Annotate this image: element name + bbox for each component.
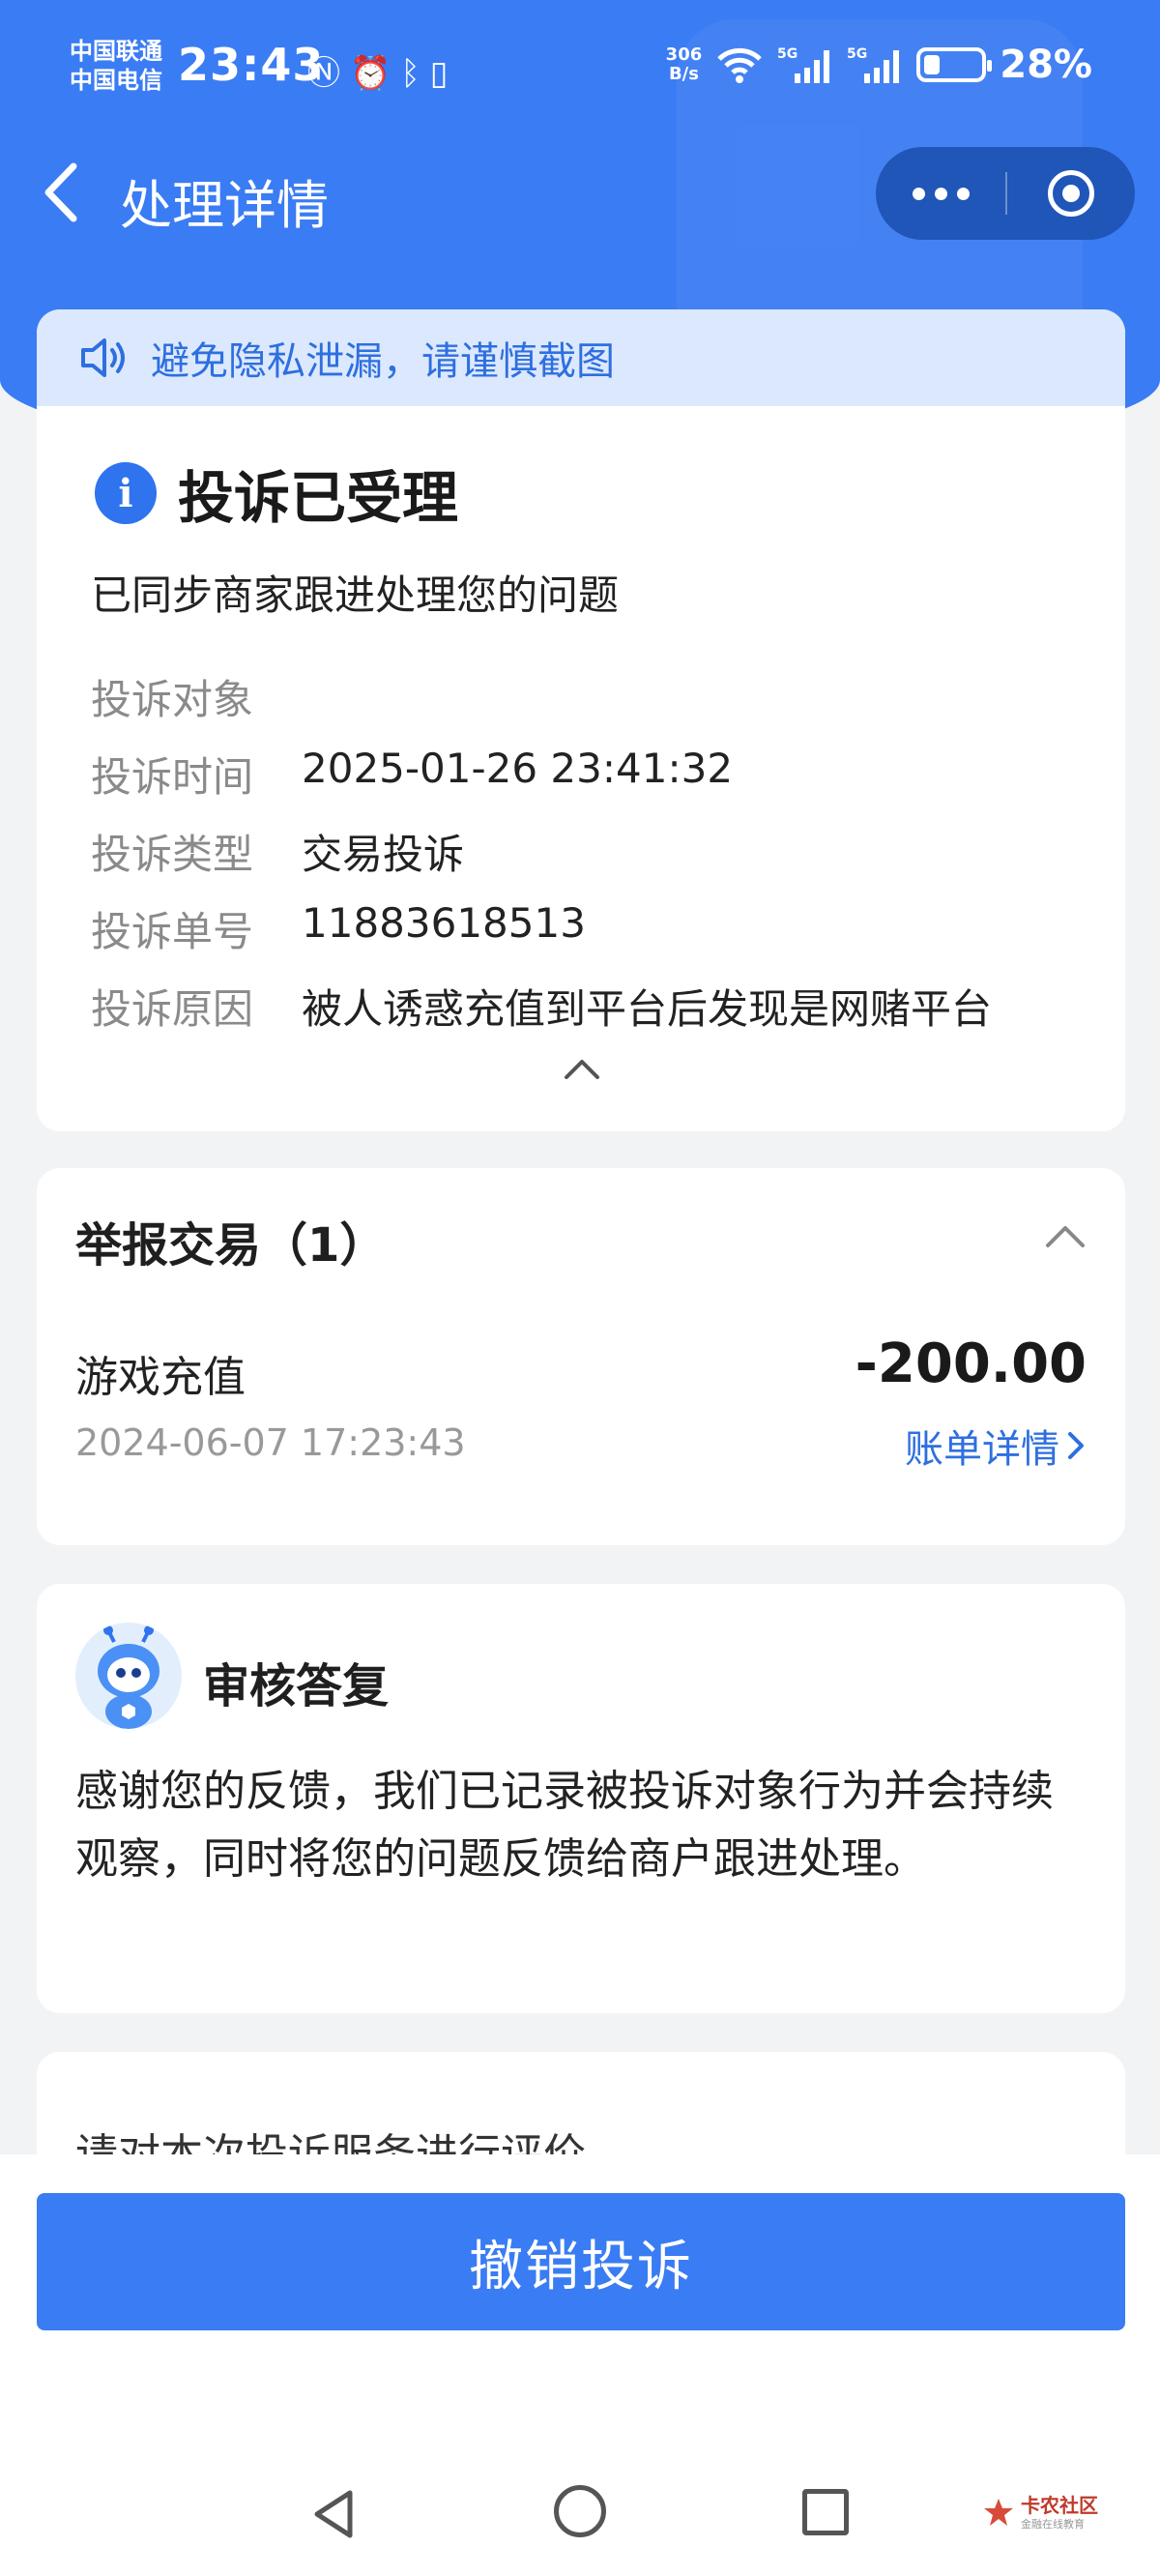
watermark-subtitle: 金融在线教育 <box>1021 2518 1085 2531</box>
signal-5g-icon-2: 5G <box>847 46 900 83</box>
revoke-complaint-button[interactable]: 撤销投诉 <box>37 2193 1125 2330</box>
status-time: 23:43 <box>178 39 325 91</box>
collapse-chevron-up-icon[interactable] <box>563 1054 601 1083</box>
nfc-icon: Ⓝ <box>307 54 350 93</box>
carrier-2: 中国电信 <box>70 67 162 94</box>
bluetooth-icon: ᛒ <box>400 54 430 93</box>
privacy-notice-bar: 避免隐私泄漏，请谨慎截图 <box>37 309 1125 406</box>
more-dot <box>956 187 970 200</box>
reply-text: 感谢您的反馈，我们已记录被投诉对象行为并会持续观察，同时将您的问题反馈给商户跟进… <box>75 1767 1054 1884</box>
field-value: 被人诱惑充值到平台后发现是网赌平台 <box>302 985 993 1033</box>
net-speed-value: 306 <box>665 44 703 65</box>
status-description: 已同步商家跟进处理您的问题 <box>91 571 620 619</box>
robot-mascot-icon <box>98 1625 160 1729</box>
carrier-1: 中国联通 <box>70 38 162 65</box>
robot-avatar <box>75 1623 182 1729</box>
report-section-title: 举报交易（1） <box>75 1218 387 1273</box>
battery-fill <box>924 55 941 74</box>
field-complaint-time: 投诉时间 2025-01-26 23:41:32 <box>91 745 733 804</box>
back-arrow-icon[interactable] <box>35 159 93 226</box>
transaction-time: 2024-06-07 17:23:43 <box>75 1421 466 1464</box>
transaction-amount: -200.00 <box>855 1332 1087 1395</box>
field-label: 投诉对象 <box>91 676 254 723</box>
carrier-names: 中国联通 中国电信 <box>70 37 162 95</box>
more-menu-button[interactable] <box>876 147 1005 240</box>
status-icons: Ⓝ⏰ᛒ▯ <box>307 46 457 94</box>
speaker-icon <box>81 338 125 377</box>
bill-details-link[interactable]: 账单详情 <box>905 1418 1087 1474</box>
field-complaint-number: 投诉单号 11883618513 <box>91 899 586 958</box>
field-label: 投诉时间 <box>91 753 254 801</box>
battery-icon <box>916 47 993 82</box>
field-complaint-type: 投诉类型 交易投诉 <box>91 822 464 881</box>
transaction-name: 游戏充值 <box>75 1353 246 1402</box>
watermark: 卡农社区 金融在线教育 <box>982 2495 1098 2532</box>
net-speed: 306 B/s <box>666 45 703 84</box>
close-button[interactable] <box>1007 147 1135 240</box>
watermark-name: 卡农社区 <box>1021 2494 1098 2517</box>
reply-title: 审核答复 <box>203 1659 390 1713</box>
battery-percent: 28% <box>1000 43 1092 87</box>
status-title: 投诉已受理 <box>178 465 459 531</box>
field-complaint-target: 投诉对象 <box>91 667 302 726</box>
watermark-logo-icon <box>984 2499 1013 2526</box>
field-value: 2025-01-26 23:41:32 <box>302 745 734 792</box>
info-icon: i <box>95 462 157 524</box>
review-reply-card: 审核答复 感谢您的反馈，我们已记录被投诉对象行为并会持续观察，同时将您的问题反馈… <box>37 1584 1125 2013</box>
more-dots-icon <box>912 187 925 200</box>
svg-text:5G: 5G <box>777 46 798 62</box>
field-label: 投诉原因 <box>91 985 254 1033</box>
net-speed-unit: B/s <box>668 64 699 84</box>
privacy-notice-text: 避免隐私泄漏，请谨慎截图 <box>151 339 615 384</box>
alarm-icon: ⏰ <box>350 54 401 93</box>
system-home-icon[interactable] <box>554 2485 606 2537</box>
bill-details-label: 账单详情 <box>905 1427 1059 1472</box>
report-transaction-card: 举报交易（1） 游戏充值 -200.00 2024-06-07 17:23:43… <box>37 1168 1125 1545</box>
page-title: 处理详情 <box>120 175 329 236</box>
system-recents-icon[interactable] <box>802 2489 849 2535</box>
nav-bar: 处理详情 <box>0 145 1160 242</box>
vibrate-icon: ▯ <box>429 54 458 93</box>
more-dot <box>934 187 947 200</box>
status-right: 306 B/s 5G 5G 28% <box>666 43 1092 87</box>
field-label: 投诉类型 <box>91 831 254 878</box>
system-back-icon[interactable] <box>307 2487 362 2541</box>
svg-text:5G: 5G <box>847 46 867 62</box>
complaint-status-card: 避免隐私泄漏，请谨慎截图 i 投诉已受理 已同步商家跟进处理您的问题 投诉对象 … <box>37 309 1125 1131</box>
chevron-up-icon[interactable] <box>1044 1222 1087 1251</box>
status-bar: 中国联通 中国电信 23:43 Ⓝ⏰ᛒ▯ 306 B/s 5G 5G 28% <box>0 0 1160 135</box>
chevron-right-icon <box>1068 1432 1084 1459</box>
field-value: 交易投诉 <box>302 831 465 878</box>
field-complaint-reason: 投诉原因 被人诱惑充值到平台后发现是网赌平台 <box>91 977 992 1036</box>
wifi-icon <box>717 47 762 83</box>
field-value: 11883618513 <box>302 899 586 947</box>
field-label: 投诉单号 <box>91 908 254 955</box>
system-navigation-bar: 卡农社区 金融在线教育 <box>0 2456 1160 2576</box>
signal-5g-icon-1: 5G <box>777 46 830 83</box>
status-heading: i 投诉已受理 <box>95 453 458 534</box>
mini-program-capsule <box>876 147 1135 240</box>
close-ring-icon <box>1048 170 1094 217</box>
